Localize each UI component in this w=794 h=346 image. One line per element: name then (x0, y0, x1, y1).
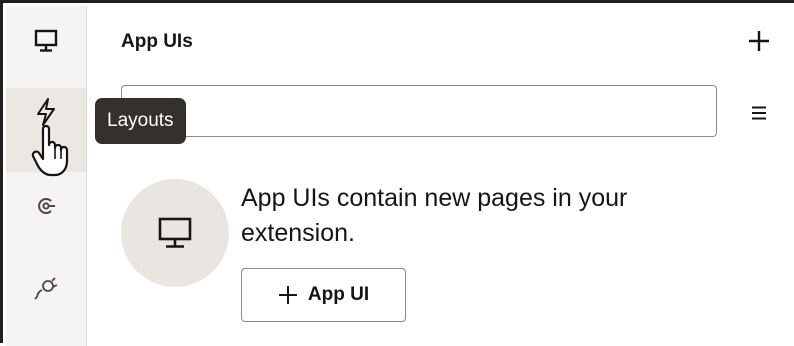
plus-icon (749, 31, 769, 51)
extension-designer-panel: App UIs App UIs contain new pages in you… (0, 0, 794, 346)
rail-item-app-uis[interactable] (6, 11, 86, 71)
plug-icon (34, 277, 58, 300)
rail-item-services[interactable] (6, 176, 86, 236)
service-connection-icon (38, 198, 55, 214)
filter-input[interactable] (121, 85, 717, 137)
empty-state-illustration (121, 179, 229, 287)
plus-icon (278, 286, 297, 304)
page-title: App UIs (121, 31, 193, 52)
left-nav-rail (6, 6, 87, 346)
create-app-ui-label: App UI (307, 284, 370, 305)
rail-item-layouts[interactable] (6, 88, 86, 172)
list-options-menu-button[interactable] (745, 99, 773, 127)
create-app-ui-button[interactable]: App UI (241, 268, 406, 322)
empty-state-message: App UIs contain new pages in your extens… (241, 184, 628, 247)
rail-item-events[interactable] (6, 258, 86, 318)
monitor-icon (34, 29, 58, 52)
lightning-bolt-icon (37, 98, 55, 126)
add-app-ui-button[interactable] (743, 25, 775, 57)
rail-tooltip: Layouts (95, 98, 186, 144)
hamburger-menu-icon (752, 106, 766, 120)
monitor-icon (158, 217, 192, 248)
